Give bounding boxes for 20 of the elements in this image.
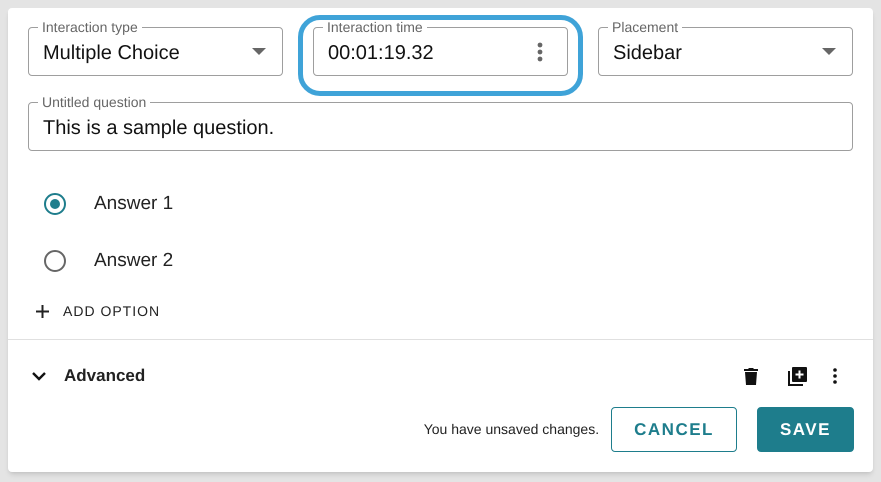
delete-icon[interactable]	[744, 367, 758, 385]
field-value: Sidebar	[613, 40, 683, 66]
field-value: This is a sample question.	[43, 116, 276, 140]
add-option-button[interactable]: ADD OPTION	[36, 300, 160, 322]
radio-button[interactable]	[44, 193, 66, 215]
save-button[interactable]: SAVE	[756, 407, 854, 452]
radio-button[interactable]	[44, 250, 66, 272]
field-value: Multiple Choice	[43, 40, 181, 66]
more-icon[interactable]	[833, 368, 837, 384]
chevron-down-icon	[32, 372, 46, 380]
cancel-button[interactable]: CANCEL	[611, 407, 737, 452]
plus-icon	[36, 304, 49, 318]
dropdown-caret-icon	[822, 48, 836, 55]
radio-option[interactable]: Answer 1	[44, 189, 873, 219]
radio-option[interactable]: Answer 2	[44, 246, 873, 276]
dropdown-caret-icon	[252, 48, 266, 55]
advanced-toggle[interactable]: Advanced	[32, 363, 146, 389]
field-value: 00:01:19.32	[328, 40, 435, 66]
duplicate-icon[interactable]	[788, 366, 807, 386]
unsaved-message: You have unsaved changes.	[424, 420, 600, 439]
